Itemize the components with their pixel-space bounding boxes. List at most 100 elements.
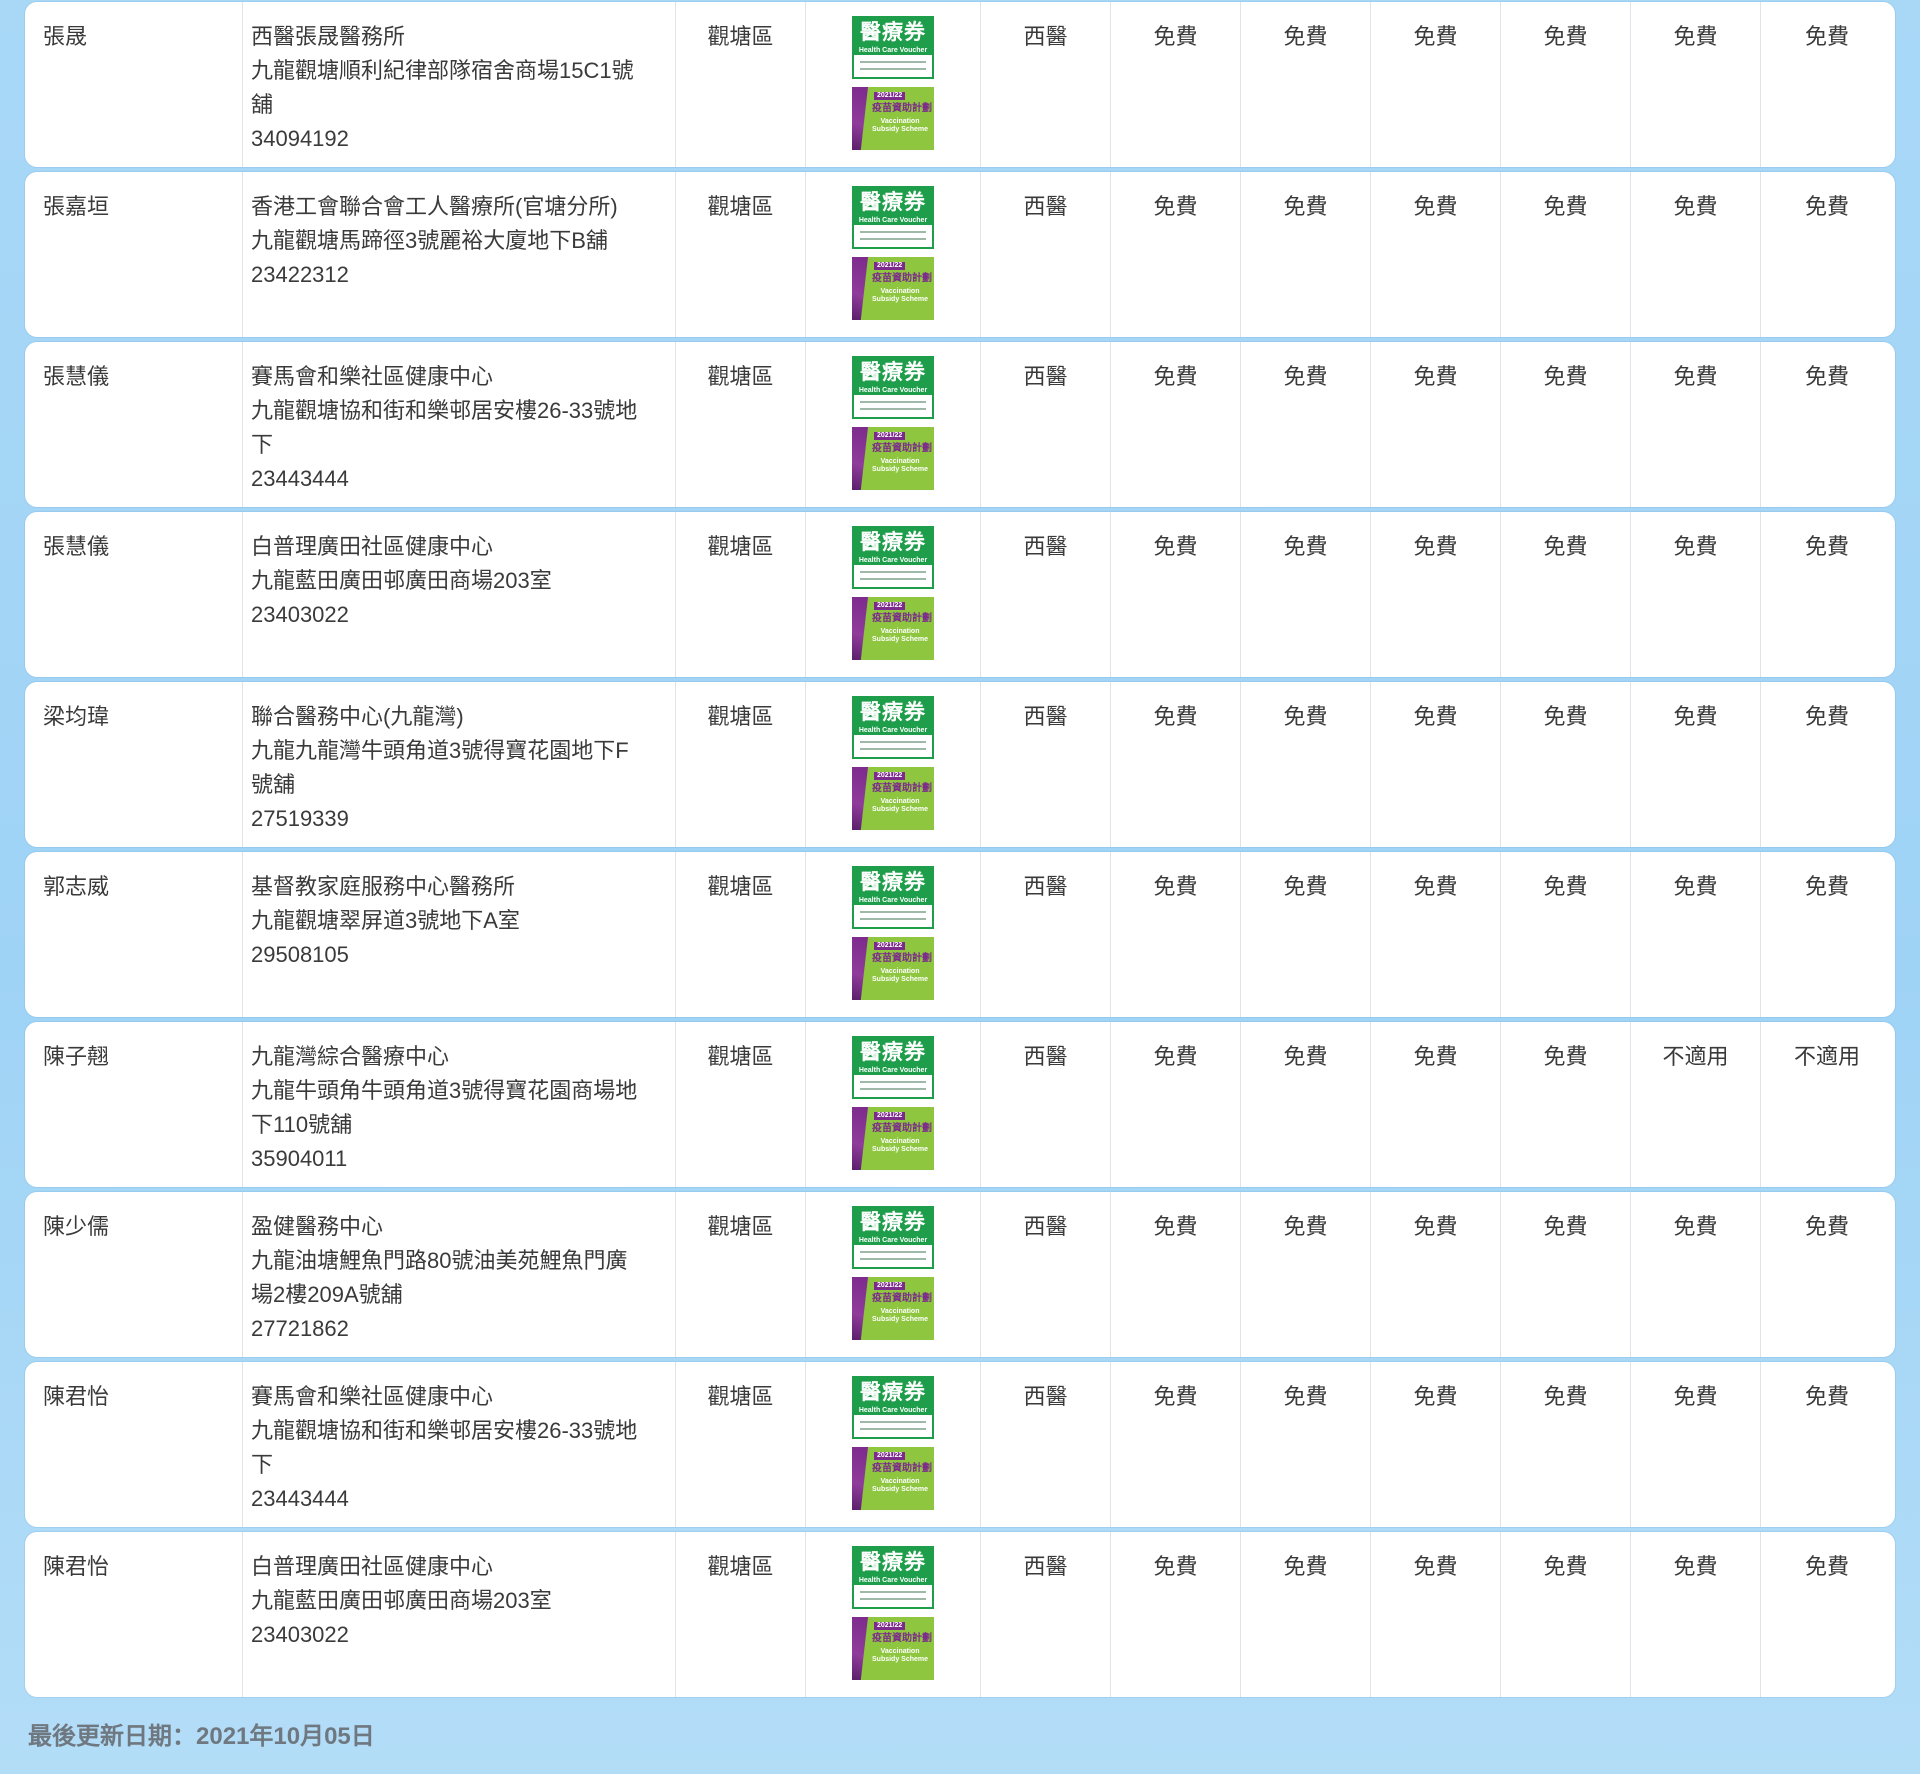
doctor-type: 西醫	[981, 342, 1111, 507]
district: 觀塘區	[676, 2, 806, 167]
vss-logo-year: 2021/22	[874, 1622, 906, 1630]
clinic-info: 賽馬會和樂社區健康中心 九龍觀塘協和街和樂邨居安樓26-33號地下 23443444	[243, 342, 676, 507]
vss-logo-stripe	[852, 1107, 868, 1170]
fee-cell: 免費	[1501, 512, 1631, 677]
vss-logo-english-line: Subsidy Scheme	[872, 1316, 929, 1323]
fee-cell: 免費	[1804, 364, 1849, 389]
fee-cell: 免費	[1241, 1532, 1371, 1697]
hcv-logo-band	[854, 55, 932, 77]
clinic-name: 白普理廣田社區健康中心	[251, 534, 494, 559]
fee-cell: 免費	[1631, 342, 1761, 507]
doctor-type: 西醫	[981, 2, 1111, 167]
fee-cell: 免費	[1371, 2, 1501, 167]
vss-logo-title: 疫苗資助計劃	[872, 1123, 932, 1134]
hcv-logo-band	[854, 735, 932, 757]
doctor-type: 西醫	[981, 682, 1111, 847]
clinic-detail-line: 九龍牛頭角牛頭角道3號得寶花園商場地	[251, 1078, 638, 1103]
clinic-info: 白普理廣田社區健康中心 九龍藍田廣田邨廣田商場203室 23403022	[243, 512, 676, 677]
fee-cell: 免費	[1501, 1362, 1631, 1527]
doctor-name: 陳君怡	[25, 1362, 243, 1527]
doctor-name: 張慧儀	[25, 342, 243, 507]
table-row: 陳君怡 賽馬會和樂社區健康中心 九龍觀塘協和街和樂邨居安樓26-33號地下 23443…	[25, 1362, 1895, 1527]
vss-logo-english: Vaccination Subsidy Scheme	[872, 1308, 928, 1324]
vss-logo-english: Vaccination Subsidy Scheme	[872, 628, 928, 644]
vss-logo-title: 疫苗資助計劃	[872, 953, 932, 964]
health-care-voucher-logo: 醫療券 Health Care Voucher	[852, 866, 934, 929]
vss-logo-english-line: Vaccination	[880, 1308, 920, 1315]
fee-cell: 免費	[1111, 1022, 1241, 1187]
clinic-detail-line: 下	[251, 432, 274, 457]
fee-cell: 免費	[1371, 342, 1501, 507]
clinic-detail-line: 下	[251, 1452, 274, 1477]
fee-cell: 免費	[1111, 342, 1241, 507]
clinic-detail-line: 23443444	[251, 1486, 349, 1511]
hcv-logo-band	[854, 905, 932, 927]
vss-logo-year: 2021/22	[874, 262, 906, 270]
fee-cell: 免費	[1111, 512, 1241, 677]
vss-logo-english-line: Vaccination	[880, 1138, 920, 1145]
vss-logo-year: 2021/22	[874, 1112, 906, 1120]
district: 觀塘區	[676, 172, 806, 337]
fee-cell: 免費	[1501, 1532, 1631, 1697]
fee-cell: 免費	[1501, 1192, 1631, 1357]
doctor-type: 西醫	[981, 512, 1111, 677]
vss-logo-english: Vaccination Subsidy Scheme	[872, 1478, 928, 1494]
vss-logo-english-line: Vaccination	[880, 288, 920, 295]
health-care-voucher-logo: 醫療券 Health Care Voucher	[852, 1546, 934, 1609]
scheme-logos: 醫療券 Health Care Voucher 2021/22 疫苗資助計劃 Vacci…	[806, 1022, 981, 1187]
vss-logo-stripe	[852, 767, 868, 830]
last-updated-date: 最後更新日期：2021年10月05日	[28, 1723, 375, 1750]
table-row: 張慧儀 白普理廣田社區健康中心 九龍藍田廣田邨廣田商場203室 23403022 觀塘區…	[25, 512, 1895, 677]
district: 觀塘區	[676, 682, 806, 847]
vss-logo-stripe	[852, 1447, 868, 1510]
district: 觀塘區	[676, 1532, 806, 1697]
vss-logo-title: 疫苗資助計劃	[872, 1633, 932, 1644]
vss-logo-english-line: Subsidy Scheme	[872, 1486, 929, 1493]
hcv-logo-title: 醫療券	[860, 361, 926, 384]
hcv-logo-subtitle: Health Care Voucher	[858, 1407, 928, 1414]
clinic-detail-line: 23403022	[251, 1622, 349, 1647]
vaccination-subsidy-scheme-logo: 2021/22 疫苗資助計劃 Vaccination Subsidy Scheme	[852, 87, 934, 150]
clinic-info: 香港工會聯合會工人醫療所(官塘分所) 九龍觀塘馬蹄徑3號麗裕大廈地下B舖 23422…	[243, 172, 676, 337]
district: 觀塘區	[676, 852, 806, 1017]
doctor-name: 陳君怡	[25, 1532, 243, 1697]
vaccination-subsidy-scheme-logo: 2021/22 疫苗資助計劃 Vaccination Subsidy Scheme	[852, 1617, 934, 1680]
clinic-name: 賽馬會和樂社區健康中心	[251, 1384, 494, 1409]
vss-logo-english: Vaccination Subsidy Scheme	[872, 1138, 928, 1154]
fee-cell: 免費	[1371, 1192, 1501, 1357]
doctor-type: 西醫	[981, 1362, 1111, 1527]
doctor-name: 陳少儒	[25, 1192, 243, 1357]
vss-logo-english-line: Vaccination	[880, 968, 920, 975]
doctor-type: 西醫	[981, 172, 1111, 337]
fee-cell: 免費	[1241, 1362, 1371, 1527]
hcv-logo-title: 醫療券	[860, 1041, 926, 1064]
clinic-name: 西醫張晟醫務所	[251, 24, 406, 49]
table-row: 陳子翹 九龍灣綜合醫療中心 九龍牛頭角牛頭角道3號得寶花園商場地 下110號舖 3590…	[25, 1022, 1895, 1187]
fee-cell: 免費	[1804, 1554, 1849, 1579]
fee-cell: 免費	[1804, 704, 1849, 729]
vss-logo-stripe	[852, 1277, 868, 1340]
clinic-detail-line: 九龍九龍灣牛頭角道3號得寶花園地下F	[251, 738, 629, 763]
hcv-logo-subtitle: Health Care Voucher	[858, 897, 928, 904]
hcv-logo-band	[854, 1585, 932, 1607]
vss-logo-english-line: Vaccination	[880, 1478, 920, 1485]
fee-cell: 免費	[1804, 194, 1849, 219]
fee-cell: 免費	[1371, 512, 1501, 677]
vss-logo-english: Vaccination Subsidy Scheme	[872, 118, 928, 134]
hcv-logo-subtitle: Health Care Voucher	[858, 557, 928, 564]
district: 觀塘區	[676, 1362, 806, 1527]
vss-logo-stripe	[852, 597, 868, 660]
vss-logo-title: 疫苗資助計劃	[872, 783, 932, 794]
clinic-detail-line: 場2樓209A號舖	[251, 1282, 403, 1307]
vss-logo-year: 2021/22	[874, 942, 906, 950]
fee-cell: 免費	[1631, 1362, 1761, 1527]
clinic-detail-line: 九龍觀塘順利紀律部隊宿舍商場15C1號	[251, 58, 634, 83]
fee-cell: 免費	[1804, 874, 1849, 899]
table-row: 梁均瑋 聯合醫務中心(九龍灣) 九龍九龍灣牛頭角道3號得寶花園地下F 號舖 275193…	[25, 682, 1895, 847]
fee-cell: 免費	[1111, 2, 1241, 167]
hcv-logo-title: 醫療券	[860, 1551, 926, 1574]
hcv-logo-subtitle: Health Care Voucher	[858, 47, 928, 54]
hcv-logo-band	[854, 1075, 932, 1097]
district: 觀塘區	[676, 342, 806, 507]
hcv-logo-subtitle: Health Care Voucher	[858, 1067, 928, 1074]
